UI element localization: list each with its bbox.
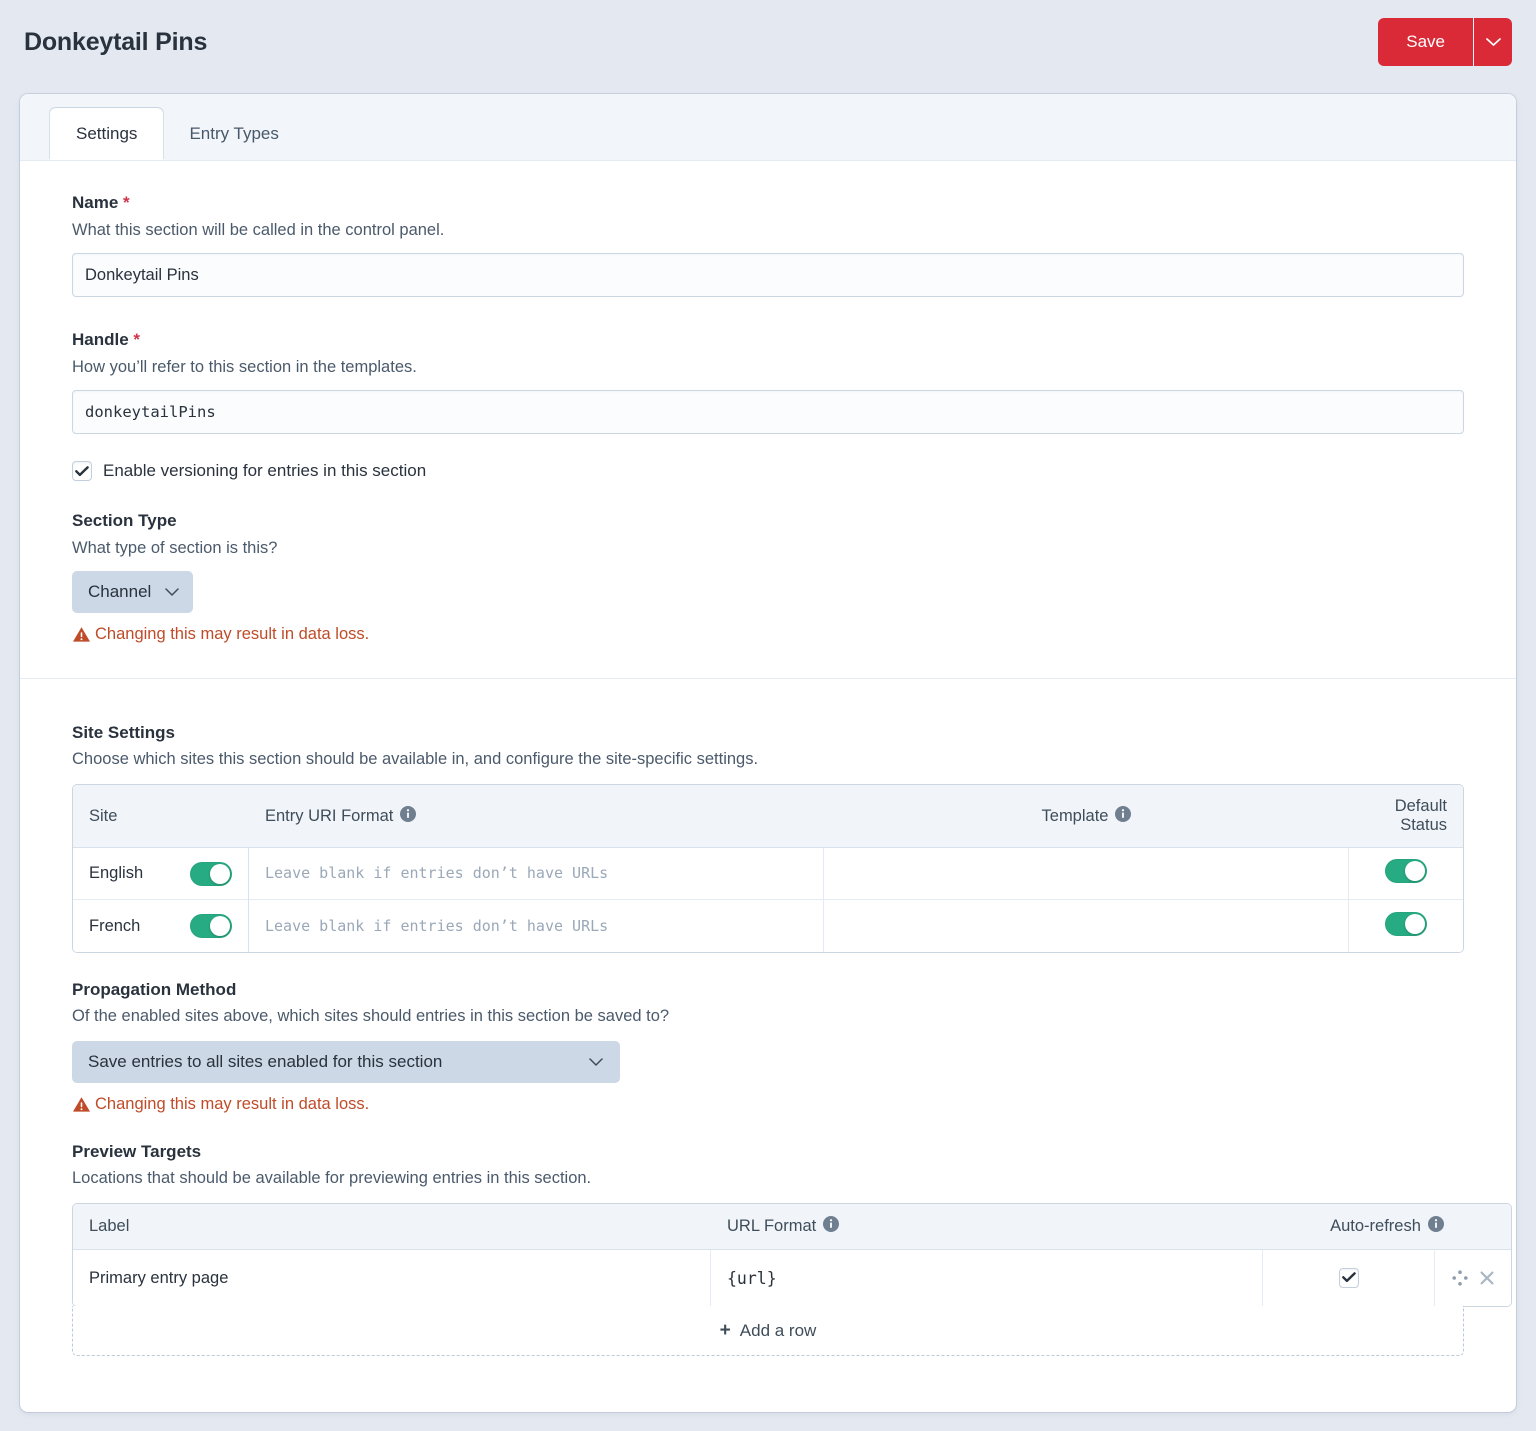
name-field: Name * What this section will be called … (72, 191, 1464, 297)
preview-target-url-format-cell[interactable]: {url} (711, 1250, 1263, 1306)
site-settings-table: Site Entry URI Format Template Default S… (72, 784, 1464, 953)
page-header: Donkeytail Pins Save (0, 0, 1536, 84)
handle-input[interactable] (72, 390, 1464, 434)
site-settings-description: Choose which sites this section should b… (72, 750, 759, 768)
tab-settings[interactable]: Settings (50, 108, 164, 160)
column-header-template: Template (824, 785, 1349, 848)
preview-targets-heading: Preview Targets (72, 1142, 202, 1161)
save-options-button[interactable] (1474, 18, 1512, 66)
entry-uri-format-cell-english[interactable]: Leave blank if entries don’t have URLs (249, 848, 824, 900)
template-cell-french[interactable] (824, 900, 1349, 952)
column-header-auto-refresh: Auto-refresh (1263, 1204, 1512, 1250)
handle-label: Handle * (72, 330, 141, 349)
chevron-down-icon (1485, 37, 1501, 47)
section-type-value: Channel (88, 582, 152, 601)
info-icon[interactable] (823, 1216, 840, 1237)
site-settings-block: Site Settings Choose which sites this se… (20, 678, 1516, 1390)
auto-refresh-checkbox[interactable] (1338, 1267, 1359, 1288)
handle-field: Handle * How you’ll refer to this sectio… (72, 328, 1464, 434)
check-icon (75, 465, 89, 476)
site-cell-english: English (73, 848, 249, 900)
column-header-url-format: URL Format (711, 1204, 1263, 1250)
default-status-cell-french (1349, 900, 1463, 952)
template-cell-english[interactable] (824, 848, 1349, 900)
name-instructions: What this section will be called in the … (72, 221, 445, 239)
info-icon[interactable] (400, 805, 417, 827)
plus-icon: + (719, 1320, 731, 1341)
general-settings-block: Name * What this section will be called … (20, 161, 1516, 678)
entry-uri-format-placeholder: Leave blank if entries don’t have URLs (265, 916, 609, 935)
section-type-field: Section Type What type of section is thi… (72, 509, 1464, 644)
close-icon[interactable] (1479, 1270, 1495, 1286)
default-status-toggle-french[interactable] (1385, 911, 1427, 936)
enable-versioning-row[interactable]: Enable versioning for entries in this se… (72, 461, 1464, 481)
preview-target-actions-cell (1435, 1250, 1512, 1306)
section-type-label: Section Type (72, 511, 177, 530)
preview-target-auto-refresh-cell (1263, 1250, 1435, 1306)
site-cell-french: French (73, 900, 249, 952)
move-handle-icon[interactable] (1451, 1269, 1469, 1287)
site-name: French (89, 916, 141, 935)
propagation-method-field: Propagation Method Of the enabled sites … (72, 980, 1464, 1114)
section-type-warning-text: Changing this may result in data loss. (95, 625, 370, 643)
entry-uri-format-placeholder: Leave blank if entries don’t have URLs (265, 864, 609, 882)
chevron-down-icon (165, 582, 180, 602)
section-type-select[interactable]: Channel (72, 571, 194, 613)
column-header-default-status: Default Status (1349, 785, 1463, 848)
preview-targets-description: Locations that should be available for p… (72, 1169, 592, 1187)
info-icon[interactable] (1115, 805, 1132, 827)
table-row: English Leave blank if entries don’t hav… (73, 848, 1463, 900)
warning-icon (72, 1096, 91, 1113)
site-name: English (89, 864, 144, 882)
add-a-row-label: Add a row (739, 1320, 817, 1340)
column-header-site: Site (73, 785, 249, 848)
propagation-method-description: Of the enabled sites above, which sites … (72, 1007, 670, 1025)
propagation-method-warning-text: Changing this may result in data loss. (95, 1095, 370, 1113)
column-header-entry-uri-format: Entry URI Format (249, 785, 824, 848)
site-enabled-toggle-english[interactable] (190, 861, 232, 886)
site-enabled-toggle-french[interactable] (190, 914, 232, 938)
table-row: Primary entry page {url} (73, 1250, 1512, 1306)
column-header-label: Label (73, 1204, 711, 1250)
required-marker: * (123, 193, 130, 212)
page-title: Donkeytail Pins (24, 27, 208, 56)
preview-targets-header-row: Label URL Format Auto-refresh (73, 1204, 1512, 1250)
table-row: French Leave blank if entries don’t have… (73, 900, 1463, 952)
page-root: Donkeytail Pins Save Settings Entry Type… (0, 0, 1536, 1431)
section-settings-card: Settings Entry Types Name * What this se… (20, 94, 1516, 1412)
required-marker: * (133, 330, 141, 349)
site-settings-heading: Site Settings (72, 723, 175, 742)
handle-instructions: How you’ll refer to this section in the … (72, 358, 417, 376)
preview-targets-table: Label URL Format Auto-refresh Primary en… (72, 1203, 1513, 1307)
tab-bar: Settings Entry Types (20, 94, 1516, 161)
warning-icon (72, 626, 91, 643)
save-button-group: Save (1378, 18, 1512, 66)
tab-entry-types[interactable]: Entry Types (163, 108, 304, 160)
propagation-method-select[interactable]: Save entries to all sites enabled for th… (72, 1041, 620, 1083)
info-icon[interactable] (1427, 1216, 1444, 1237)
save-button[interactable]: Save (1378, 18, 1473, 66)
preview-target-label-cell[interactable]: Primary entry page (73, 1250, 711, 1306)
default-status-cell-english (1349, 848, 1463, 900)
settings-panel: Name * What this section will be called … (20, 161, 1516, 1390)
entry-uri-format-cell-french[interactable]: Leave blank if entries don’t have URLs (249, 900, 824, 952)
enable-versioning-checkbox[interactable] (72, 461, 92, 481)
section-type-warning: Changing this may result in data loss. (72, 625, 1464, 644)
name-label: Name * (72, 193, 130, 212)
enable-versioning-label: Enable versioning for entries in this se… (103, 461, 427, 480)
preview-targets-field: Preview Targets Locations that should be… (72, 1142, 1513, 1356)
propagation-method-warning: Changing this may result in data loss. (72, 1095, 1464, 1114)
site-settings-header-row: Site Entry URI Format Template Default S… (73, 785, 1463, 848)
chevron-down-icon (589, 1052, 603, 1072)
add-a-row-button[interactable]: + Add a row (72, 1306, 1464, 1356)
name-input[interactable] (72, 253, 1464, 297)
default-status-toggle-english[interactable] (1385, 859, 1427, 883)
propagation-method-heading: Propagation Method (72, 980, 237, 999)
section-type-instructions: What type of section is this? (72, 539, 278, 557)
check-icon (1341, 1272, 1356, 1283)
propagation-method-value: Save entries to all sites enabled for th… (88, 1052, 443, 1071)
